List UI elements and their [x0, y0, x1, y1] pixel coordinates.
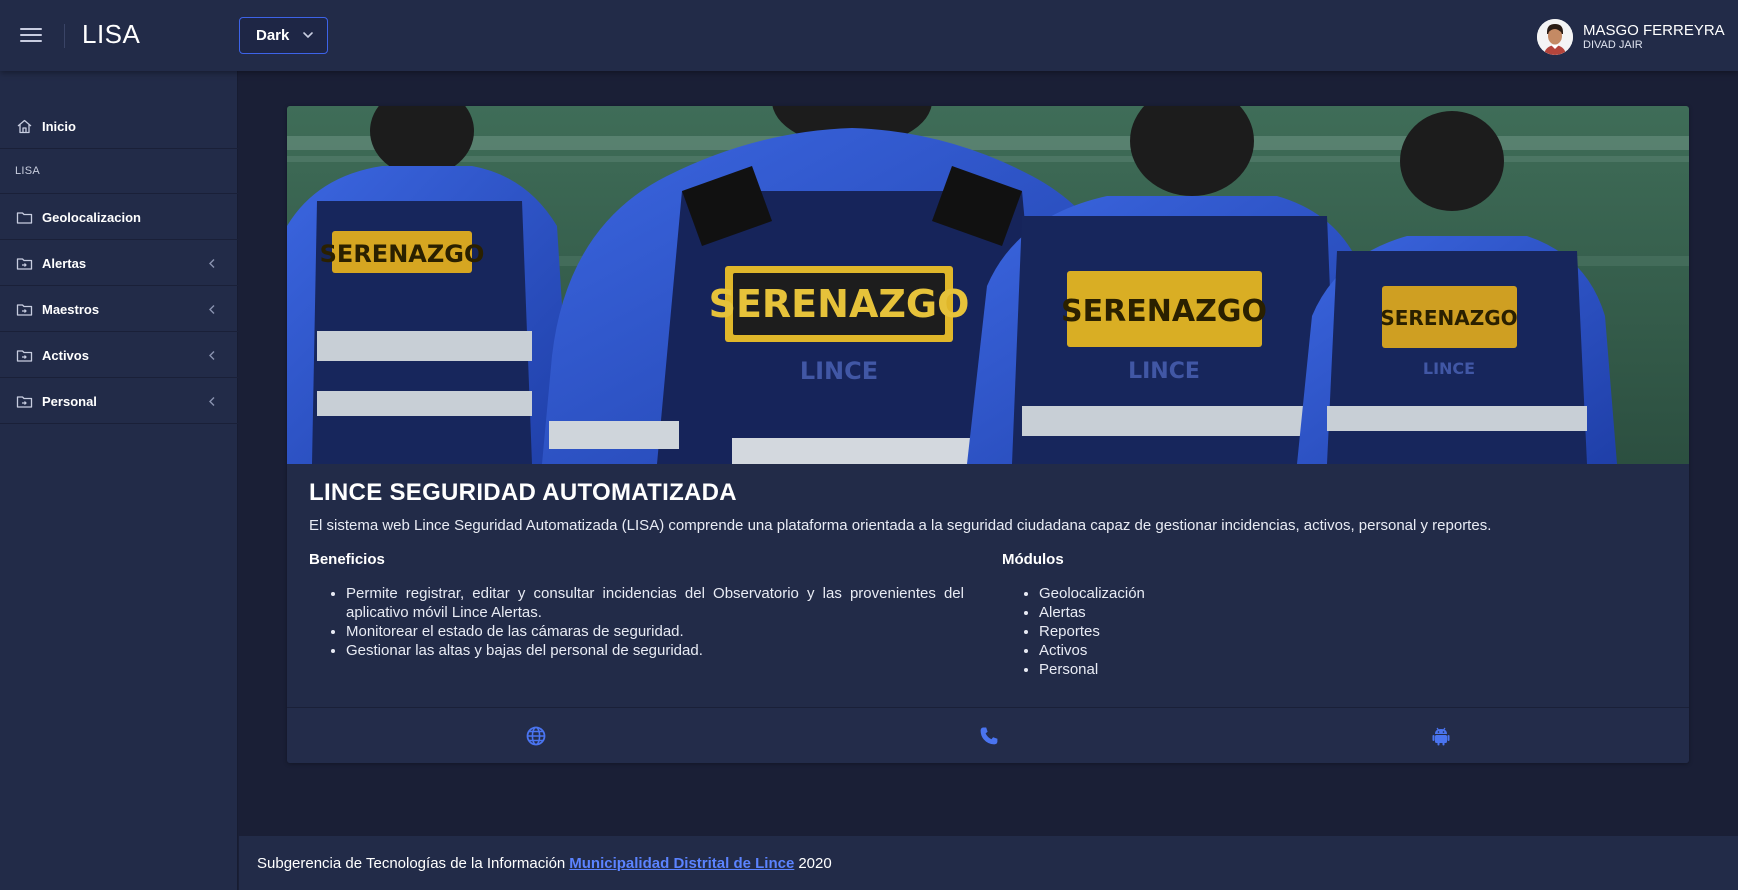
user-menu[interactable]: MASGO FERREYRA DIVAD JAIR	[1537, 17, 1725, 57]
folder-plus-icon	[16, 255, 33, 272]
top-header: LISA Dark MASGO FERREYRA DIVAD JAIR	[0, 0, 1738, 71]
folder-plus-icon	[16, 301, 33, 318]
app-title: LISA	[82, 19, 141, 49]
footer-link[interactable]: Municipalidad Distrital de Lince	[569, 855, 794, 872]
android-icon[interactable]	[1430, 725, 1452, 747]
hero-vest-subtext-1: LINCE	[800, 357, 878, 385]
home-icon	[16, 118, 33, 135]
list-item: Geolocalización	[1039, 584, 1145, 603]
chevron-left-icon	[209, 397, 215, 406]
list-item: Personal	[1039, 660, 1145, 679]
sidebar: Inicio LISA Geolocalizacion Alertas Maes…	[0, 71, 238, 890]
list-item: Reportes	[1039, 622, 1145, 641]
sidebar-item-label: Geolocalizacion	[42, 209, 141, 225]
avatar	[1537, 19, 1573, 55]
benefits-list: Permite registrar, editar y consultar in…	[324, 584, 964, 660]
sidebar-item-alertas[interactable]: Alertas	[0, 241, 238, 286]
sidebar-item-maestros[interactable]: Maestros	[0, 287, 238, 332]
sidebar-section-label: LISA	[15, 165, 41, 177]
sidebar-item-activos[interactable]: Activos	[0, 333, 238, 378]
chevron-left-icon	[209, 351, 215, 360]
page-footer: Subgerencia de Tecnologías de la Informa…	[239, 836, 1738, 890]
modules-heading: Módulos	[1002, 551, 1064, 568]
sidebar-item-geolocalizacion[interactable]: Geolocalizacion	[0, 195, 238, 240]
hero-vest-text-2: SERENAZGO	[709, 282, 970, 326]
hamburger-menu-icon[interactable]	[18, 24, 44, 48]
folder-icon	[16, 209, 33, 226]
sidebar-item-personal[interactable]: Personal	[0, 379, 238, 424]
sidebar-item-label: Personal	[42, 393, 97, 409]
hero-image: SERENAZGO SERENAZGO LINCE SERENAZGO LINC…	[287, 106, 1689, 464]
chevron-left-icon	[209, 305, 215, 314]
user-subtitle: DIVAD JAIR	[1583, 39, 1643, 52]
list-item: Permite registrar, editar y consultar in…	[346, 584, 964, 622]
card-footer	[287, 707, 1689, 763]
sidebar-item-label: Maestros	[42, 301, 100, 317]
folder-plus-icon	[16, 347, 33, 364]
modules-list: Geolocalización Alertas Reportes Activos…	[1017, 584, 1145, 679]
header-divider	[64, 24, 65, 48]
user-name: MASGO FERREYRA	[1583, 22, 1725, 40]
sidebar-section-lisa: LISA	[0, 149, 238, 194]
hero-vest-text-1: SERENAZGO	[320, 240, 485, 268]
sidebar-item-label: Inicio	[42, 118, 76, 134]
chevron-down-icon	[303, 32, 313, 39]
footer-year: 2020	[798, 854, 832, 872]
footer-text: Subgerencia de Tecnologías de la Informa…	[257, 854, 566, 872]
theme-select[interactable]: Dark	[239, 17, 328, 54]
benefits-heading: Beneficios	[309, 551, 385, 568]
sidebar-item-inicio[interactable]: Inicio	[0, 104, 238, 149]
phone-icon[interactable]	[978, 725, 1000, 747]
sidebar-item-label: Activos	[42, 347, 89, 363]
sidebar-item-label: Alertas	[42, 255, 87, 271]
folder-plus-icon	[16, 393, 33, 410]
hero-vest-text-3: SERENAZGO	[1061, 294, 1267, 329]
hero-vest-subtext-3: LINCE	[1423, 359, 1475, 378]
globe-icon[interactable]	[525, 725, 547, 747]
intro-card: SERENAZGO SERENAZGO LINCE SERENAZGO LINC…	[287, 106, 1689, 763]
card-description: El sistema web Lince Seguridad Automatiz…	[309, 517, 1492, 534]
list-item: Monitorear el estado de las cámaras de s…	[346, 622, 964, 641]
hero-vest-subtext-2: LINCE	[1128, 359, 1200, 384]
list-item: Activos	[1039, 641, 1145, 660]
hero-vest-text-4: SERENAZGO	[1380, 306, 1517, 330]
chevron-left-icon	[209, 259, 215, 268]
theme-select-value: Dark	[256, 27, 290, 44]
card-title: LINCE SEGURIDAD AUTOMATIZADA	[309, 479, 737, 506]
list-item: Gestionar las altas y bajas del personal…	[346, 641, 964, 660]
list-item: Alertas	[1039, 603, 1145, 622]
